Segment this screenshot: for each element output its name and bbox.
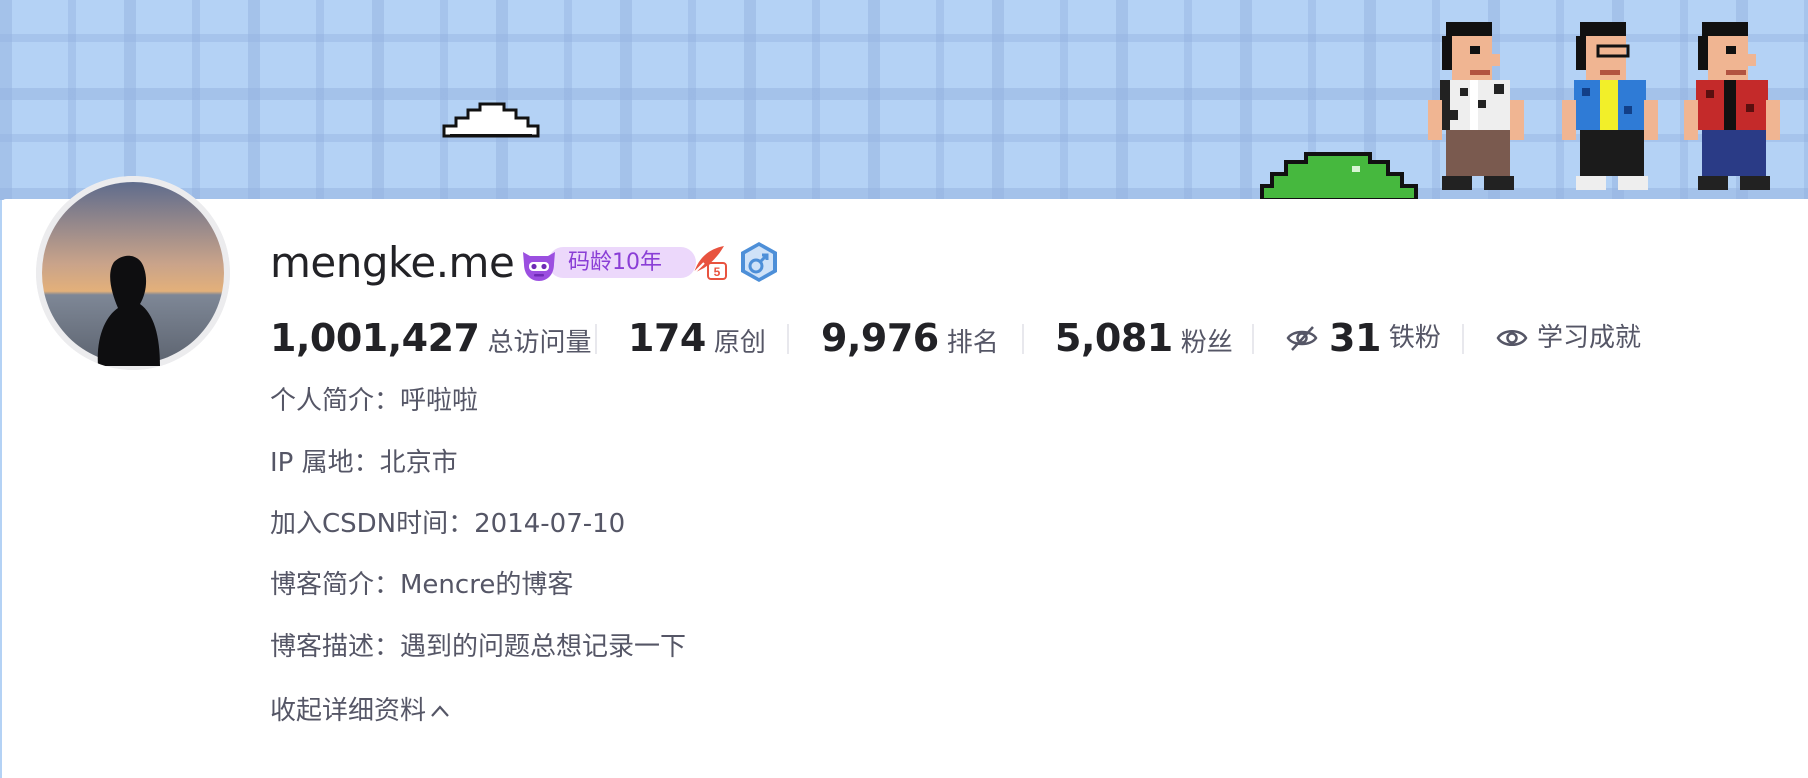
stat-label: 原创 <box>713 328 766 358</box>
svg-text:5: 5 <box>714 265 721 279</box>
stat-value: 1,001,427 <box>270 316 480 360</box>
achievements-label: 学习成就 <box>1537 323 1642 353</box>
quill-writer-icon[interactable]: 5 <box>690 243 730 281</box>
pixel-character-3 <box>1684 22 1780 190</box>
stat-fans[interactable]: 5,081 粉丝 <box>1055 312 1233 364</box>
stat-label: 总访问量 <box>487 328 592 358</box>
collapse-label: 收起详细资料 <box>270 696 427 726</box>
stat-label: 排名 <box>946 328 999 358</box>
stat-value: 31 <box>1329 316 1381 360</box>
stat-total-views[interactable]: 1,001,427 总访问量 <box>270 312 591 364</box>
info-ip-location: IP 属地：北京市 <box>270 448 458 478</box>
info-intro: 个人简介：呼啦啦 <box>270 386 479 416</box>
profile-name[interactable]: mengke.me <box>270 238 515 288</box>
divider <box>787 324 789 354</box>
devil-face-icon <box>523 252 555 281</box>
divider <box>1022 324 1024 354</box>
info-blog-description: 博客描述：遇到的问题总想记录一下 <box>270 632 687 662</box>
stat-original[interactable]: 174 原创 <box>628 312 766 364</box>
stat-value: 5,081 <box>1055 316 1173 360</box>
avatar[interactable] <box>36 176 230 370</box>
stat-rank[interactable]: 9,976 排名 <box>821 312 999 364</box>
eye-slash-icon <box>1286 326 1318 351</box>
info-blog-intro: 博客简介：Mencre的博客 <box>270 570 574 600</box>
pixel-character-2 <box>1562 22 1658 190</box>
info-join-date: 加入CSDN时间：2014-07-10 <box>270 509 626 539</box>
male-icon <box>741 242 777 282</box>
stat-iron-fans[interactable]: 31 铁粉 <box>1285 312 1441 364</box>
stat-label: 铁粉 <box>1388 323 1441 353</box>
collapse-details-button[interactable]: 收起详细资料 <box>270 693 452 729</box>
eye-icon <box>1496 330 1528 346</box>
stat-label: 粉丝 <box>1180 328 1233 358</box>
chevron-up-icon <box>431 705 449 717</box>
divider <box>1252 324 1254 354</box>
achievements-link[interactable]: 学习成就 <box>1495 312 1641 364</box>
pixel-hill <box>1260 152 1418 200</box>
badge-label: 码龄10年 <box>568 250 662 275</box>
divider <box>1462 324 1464 354</box>
divider <box>595 324 597 354</box>
pixel-character-1 <box>1428 22 1524 190</box>
stats-row: 1,001,427 总访问量 174 原创 9,976 排名 5,081 粉丝 … <box>270 312 1710 364</box>
profile-banner <box>0 0 1808 200</box>
pixel-cloud <box>442 102 540 138</box>
stat-value: 9,976 <box>821 316 939 360</box>
stat-value: 174 <box>628 316 706 360</box>
